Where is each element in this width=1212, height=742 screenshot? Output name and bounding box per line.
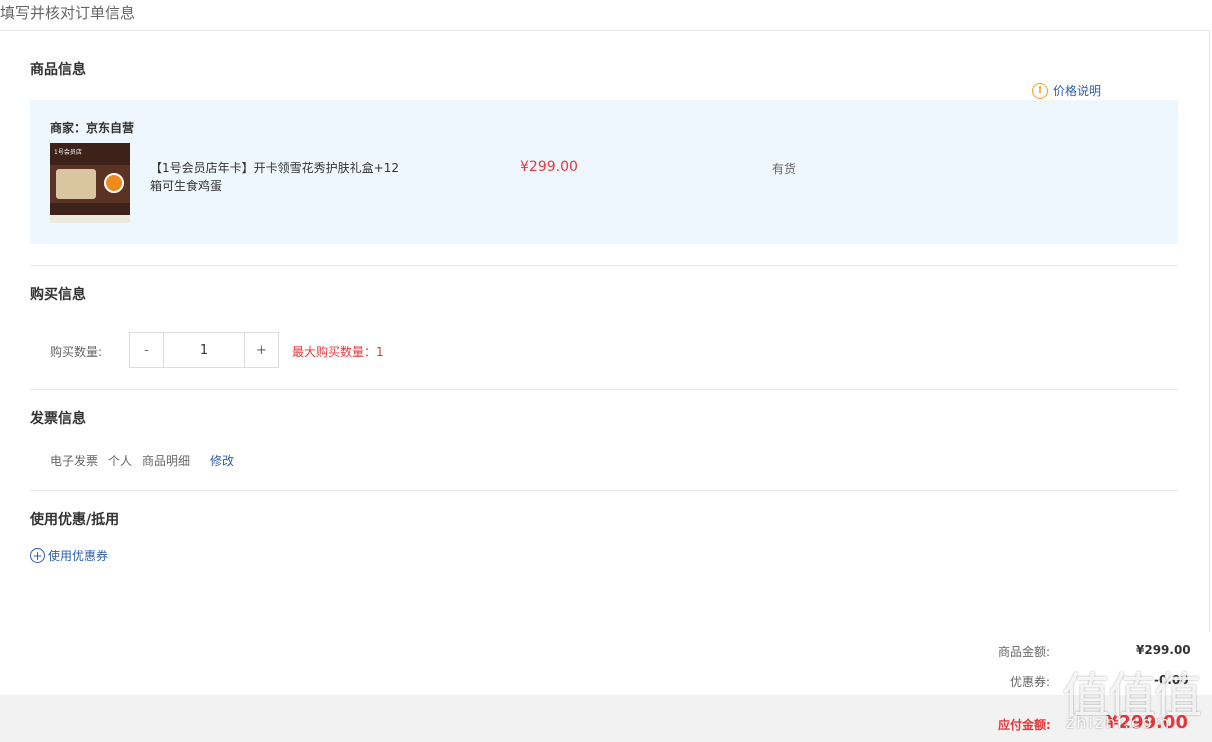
use-coupon-label: 使用优惠券 <box>48 549 109 563</box>
watermark-url: zhizhi.com <box>1066 713 1172 732</box>
product-name[interactable]: 【1号会员店年卡】开卡领雪花秀护肤礼盒+12箱可生食鸡蛋 <box>150 159 410 195</box>
plus-circle-icon: + <box>30 548 45 563</box>
merchant-label: 商家：京东自营 <box>50 121 135 135</box>
product-thumbnail[interactable]: 1号会员店 <box>50 143 130 223</box>
price-note-link[interactable]: ! 价格说明 <box>1032 82 1101 99</box>
max-quantity-note: 最大购买数量：1 <box>292 345 384 359</box>
goods-amount-label: 商品金额: <box>998 645 1051 659</box>
divider <box>30 490 1178 491</box>
invoice-holder: 个人 <box>108 454 133 468</box>
divider <box>30 265 1178 266</box>
page-title: 填写并核对订单信息 <box>0 4 136 22</box>
divider <box>30 389 1178 390</box>
decrease-button[interactable]: - <box>130 333 164 367</box>
increase-button[interactable]: + <box>244 333 278 367</box>
invoice-section-title: 发票信息 <box>30 411 86 427</box>
quantity-stepper: - + <box>129 332 279 368</box>
product-section-title: 商品信息 <box>30 62 86 78</box>
product-box: 商家：京东自营 1号会员店 【1号会员店年卡】开卡领雪花秀护肤礼盒+12箱可生食… <box>30 100 1178 244</box>
use-coupon-link[interactable]: + 使用优惠券 <box>30 547 108 564</box>
purchase-section-title: 购买信息 <box>30 287 86 303</box>
product-price: ¥299.00 <box>520 159 578 175</box>
warning-circle-icon: ! <box>1032 82 1048 99</box>
order-summary: 商品金额: ¥299.00 优惠券: -0.00 应付金额: ¥299.00 <box>0 632 1212 742</box>
invoice-details: 电子发票 个人 商品明细 修改 <box>50 452 234 469</box>
order-card: 商品信息 ! 价格说明 商家：京东自营 1号会员店 【1号会员店年卡】开卡领雪花… <box>0 30 1210 632</box>
price-note-label: 价格说明 <box>1053 84 1102 98</box>
invoice-content: 商品明细 <box>142 454 191 468</box>
quantity-input[interactable] <box>164 333 244 367</box>
quantity-label: 购买数量: <box>50 345 103 359</box>
coupon-section-title: 使用优惠/抵用 <box>30 512 120 528</box>
stock-status: 有货 <box>772 162 797 176</box>
coupon-amount-label: 优惠券: <box>1010 675 1051 689</box>
goods-amount-value: ¥299.00 <box>1136 643 1191 657</box>
invoice-edit-link[interactable]: 修改 <box>210 452 234 469</box>
payable-label: 应付金额: <box>998 718 1051 732</box>
invoice-type: 电子发票 <box>50 454 99 468</box>
